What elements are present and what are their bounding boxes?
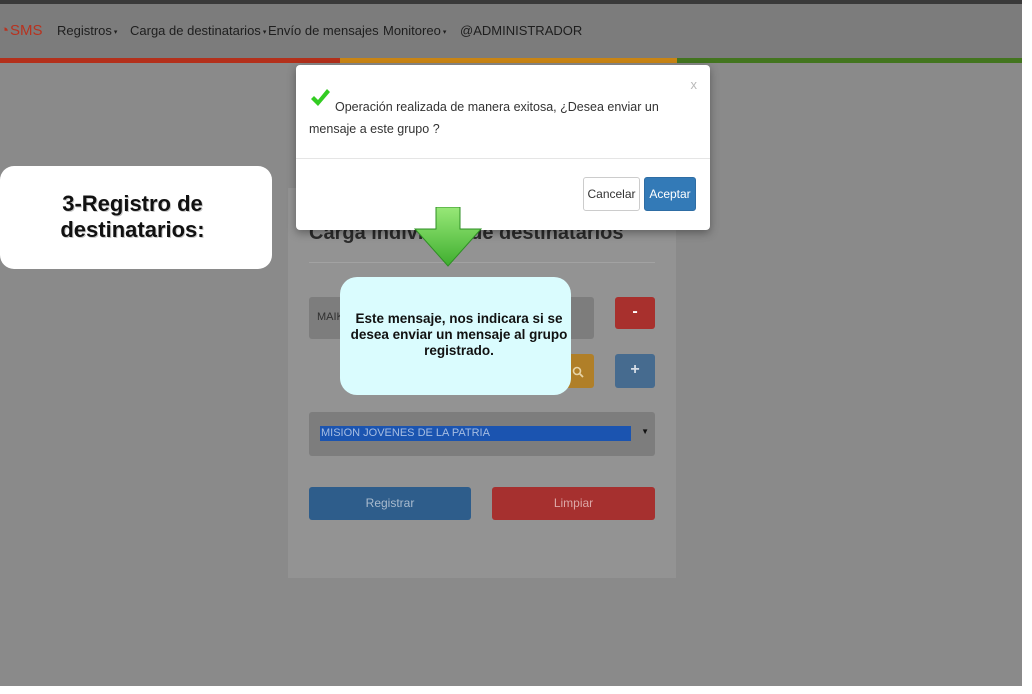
cancel-button[interactable]: Cancelar <box>583 177 640 211</box>
group-select-value: MISION JOVENES DE LA PATRIA <box>320 426 631 441</box>
brand-link[interactable]: ◔SMS <box>0 22 43 39</box>
step-callout: 3-Registro de destinatarios: <box>0 166 272 269</box>
down-arrow-icon <box>414 207 482 267</box>
page-bottom-border <box>0 686 1032 694</box>
sms-logo-icon: ◔ <box>0 22 10 39</box>
add-button[interactable]: + <box>615 354 655 388</box>
clear-button[interactable]: Limpiar <box>492 487 655 520</box>
nav-envio-label: Envío de mensajes <box>268 23 379 38</box>
nav-registros[interactable]: Registros ▾ <box>57 23 117 38</box>
color-bar-red <box>0 58 340 63</box>
confirmation-modal: x Operación realizada de manera exitosa,… <box>296 65 710 230</box>
top-navbar: ◔SMS Registros ▾ Carga de destinatarios ▾ … <box>0 4 1022 58</box>
chevron-down-icon: ▾ <box>113 28 118 36</box>
remove-button[interactable]: - <box>615 297 655 329</box>
modal-divider <box>296 158 710 159</box>
select-arrow-icon: ▼ <box>641 427 649 436</box>
group-select[interactable]: MISION JOVENES DE LA PATRIA ▼ <box>309 412 655 456</box>
explanation-callout: Este mensaje, nos indicara si se desea e… <box>340 277 571 395</box>
register-button[interactable]: Registrar <box>309 487 471 520</box>
step-label: 3-Registro de destinatarios: <box>60 191 205 242</box>
page-right-border <box>1022 0 1032 694</box>
nav-user-label: @ADMINISTRADOR <box>460 23 583 38</box>
chevron-down-icon: ▾ <box>442 28 447 36</box>
nav-envio-mensajes[interactable]: Envío de mensajes <box>268 23 379 38</box>
search-icon <box>572 366 584 378</box>
chevron-down-icon: ▾ <box>262 28 267 36</box>
color-bar-orange <box>340 58 677 63</box>
nav-carga-label: Carga de destinatarios <box>130 23 261 38</box>
nav-registros-label: Registros <box>57 23 112 38</box>
form-divider <box>309 262 655 263</box>
nav-user-account[interactable]: @ADMINISTRADOR <box>460 23 582 38</box>
modal-close-button[interactable]: x <box>691 77 698 92</box>
color-bar-green <box>677 58 1022 63</box>
explanation-text: Este mensaje, nos indicara si se desea e… <box>350 311 568 358</box>
accept-button[interactable]: Aceptar <box>644 177 696 211</box>
modal-message: Operación realizada de manera exitosa, ¿… <box>309 100 659 136</box>
nav-monitoreo-label: Monitoreo <box>383 23 441 38</box>
brand-label: SMS <box>10 22 43 39</box>
nav-monitoreo[interactable]: Monitoreo ▾ <box>383 23 446 38</box>
nav-carga-destinatarios[interactable]: Carga de destinatarios ▾ <box>130 23 266 38</box>
